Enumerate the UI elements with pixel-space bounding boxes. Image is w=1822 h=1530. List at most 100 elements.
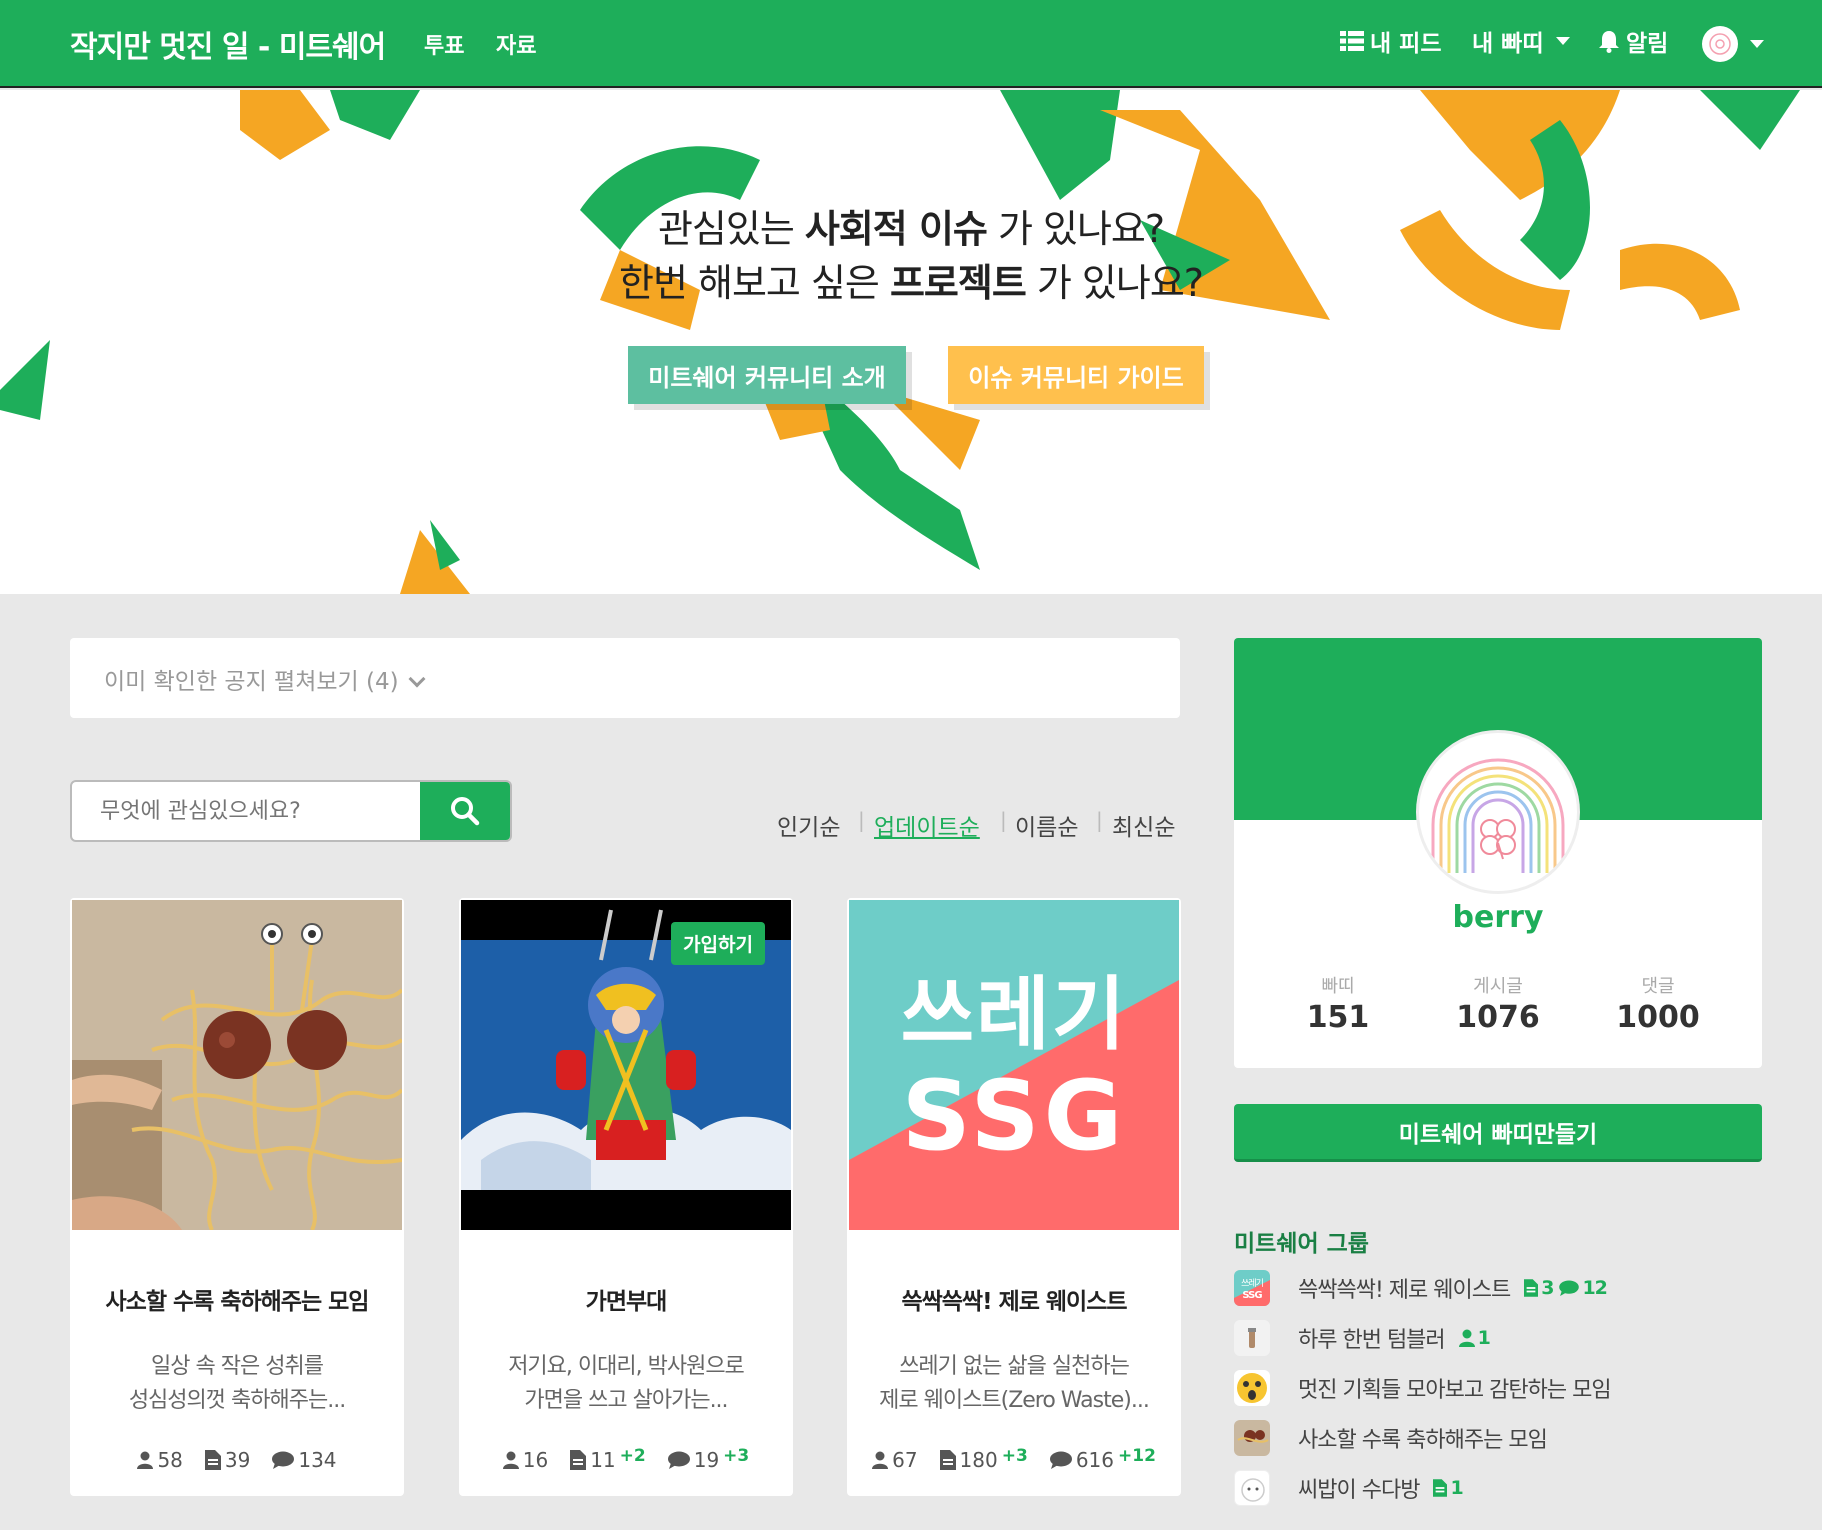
group-thumbnail: 쓰레기 SSG bbox=[1234, 1270, 1270, 1306]
group-name: 사소할 수록 축하해주는 모임 bbox=[1298, 1428, 1548, 1453]
ssg-logo-line-1: 쓰레기 bbox=[900, 968, 1128, 1061]
card-description: 쓰레기 없는 삶을 실천하는 제로 웨이스트(Zero Waste)... bbox=[867, 1350, 1161, 1418]
card-description: 일상 속 작은 성취를 성심성의껏 축하해주는... bbox=[90, 1350, 384, 1418]
comment-count: 19 +3 bbox=[667, 1446, 749, 1472]
group-card-zero-waste[interactable]: 쓰레기 SSG 쓱싹쓱싹! 제로 웨이스트 쓰레기 없는 삶을 실천하는 제로 … bbox=[847, 898, 1181, 1496]
card-stats: 16 11 +2 19 +3 bbox=[459, 1446, 793, 1472]
group-comment-count: 12 bbox=[1559, 1277, 1608, 1299]
sort-divider: | bbox=[1096, 808, 1103, 832]
group-name: 멋진 기획들 모아보고 감탄하는 모임 bbox=[1298, 1378, 1612, 1403]
svg-text:쓰레기: 쓰레기 bbox=[1241, 1278, 1264, 1289]
search-box bbox=[70, 780, 512, 842]
group-list-item[interactable]: 쓰레기 SSG 쓱싹쓱싹! 제로 웨이스트 3 12 bbox=[1234, 1268, 1608, 1308]
group-thumbnail bbox=[1234, 1370, 1270, 1406]
hero-highlight-issue: 사회적 이슈 bbox=[804, 207, 988, 251]
card-description-line: 가면을 쓰고 살아가는... bbox=[524, 1388, 728, 1413]
user-avatar bbox=[1702, 26, 1738, 62]
sort-name[interactable]: 이름순 bbox=[1015, 808, 1078, 842]
card-description-line: 성심성의껏 축하해주는... bbox=[128, 1388, 346, 1413]
group-list-item[interactable]: 씨밥이 수다방 1 bbox=[1234, 1468, 1464, 1508]
sort-newest[interactable]: 최신순 bbox=[1112, 808, 1175, 842]
user-icon bbox=[502, 1451, 519, 1469]
comment-icon bbox=[1559, 1280, 1580, 1296]
join-button[interactable]: 가입하기 bbox=[671, 922, 765, 965]
profile-avatar[interactable] bbox=[1416, 730, 1580, 894]
caret-down-icon bbox=[1555, 37, 1570, 45]
profile-username[interactable]: berry bbox=[1234, 900, 1762, 935]
member-count-value: 16 bbox=[522, 1448, 549, 1472]
document-icon bbox=[204, 1450, 221, 1470]
new-comment-count: +12 bbox=[1118, 1446, 1156, 1466]
card-stats: 67 180 +3 616 +12 bbox=[847, 1446, 1181, 1472]
my-group-dropdown[interactable]: 내 빠띠 bbox=[1472, 24, 1570, 58]
rainbow-clover-logo bbox=[1431, 758, 1565, 873]
nav-link-resources[interactable]: 자료 bbox=[496, 28, 536, 60]
sort-popular[interactable]: 인기순 bbox=[777, 808, 840, 842]
card-description-line: 쓰레기 없는 삶을 실천하는 bbox=[899, 1354, 1130, 1379]
comment-count-value: 616 bbox=[1075, 1448, 1114, 1472]
stat-label-comments: 댓글 bbox=[1641, 976, 1675, 997]
community-intro-button[interactable]: 미트쉐어 커뮤니티 소개 bbox=[628, 346, 906, 404]
stat-value-groups: 151 bbox=[1306, 1000, 1370, 1035]
member-count: 16 bbox=[502, 1448, 549, 1472]
alarm-link[interactable]: 알림 bbox=[1598, 24, 1668, 58]
search-input[interactable] bbox=[72, 782, 422, 840]
nav-link-vote[interactable]: 투표 bbox=[424, 28, 464, 60]
create-group-button[interactable]: 미트쉐어 빠띠만들기 bbox=[1234, 1104, 1762, 1162]
group-post-count-value: 3 bbox=[1541, 1277, 1554, 1299]
group-name: 하루 한번 텀블러 bbox=[1298, 1328, 1446, 1353]
confetti-illustration bbox=[0, 90, 1800, 594]
document-icon bbox=[570, 1450, 587, 1470]
ssg-logo-line-2: SSG bbox=[901, 1060, 1127, 1172]
my-feed-link[interactable]: 내 피드 bbox=[1340, 24, 1442, 58]
hero-highlight-project: 프로젝트 bbox=[889, 261, 1027, 305]
profile-card: berry 빠띠 151 게시글 1076 댓글 1000 bbox=[1234, 638, 1762, 1068]
group-list-item[interactable]: 하루 한번 텀블러 1 bbox=[1234, 1318, 1491, 1358]
hero-line-2-text: 한번 해보고 싶은 bbox=[619, 261, 890, 305]
comment-count-value: 19 bbox=[693, 1448, 720, 1472]
post-count-value: 39 bbox=[224, 1448, 251, 1472]
card-title: 쓱싹쓱싹! 제로 웨이스트 bbox=[901, 1289, 1127, 1315]
hero-line-2: 한번 해보고 싶은 프로젝트 가 있나요? bbox=[0, 252, 1822, 307]
user-icon bbox=[872, 1451, 889, 1469]
group-comment-count-value: 12 bbox=[1582, 1277, 1607, 1299]
comment-count: 134 bbox=[272, 1448, 337, 1472]
sort-divider: | bbox=[1000, 808, 1007, 832]
stat-label-posts: 게시글 bbox=[1473, 976, 1523, 997]
group-name: 쓱싹쓱싹! 제로 웨이스트 bbox=[1298, 1278, 1511, 1303]
group-card-mask-squad[interactable]: 가입하기 가면부대 저기요, 이대리, 박사원으로 가면을 쓰고 살아가는...… bbox=[459, 898, 793, 1496]
group-thumbnail bbox=[1234, 1320, 1270, 1356]
group-member-count: 1 bbox=[1458, 1327, 1491, 1349]
member-count: 58 bbox=[137, 1448, 183, 1472]
read-notices-toggle[interactable]: 이미 확인한 공지 펼쳐보기 (4) bbox=[70, 638, 1180, 718]
card-image: 쓰레기 SSG bbox=[849, 900, 1179, 1230]
stat-value-comments: 1000 bbox=[1616, 1000, 1700, 1035]
post-count: 180 +3 bbox=[939, 1446, 1028, 1472]
group-name: 씨밥이 수다방 bbox=[1298, 1478, 1420, 1503]
hero-line-1-suffix: 가 있나요? bbox=[986, 207, 1165, 251]
document-icon bbox=[1433, 1479, 1448, 1497]
search-button[interactable] bbox=[420, 782, 510, 840]
card-title: 가면부대 bbox=[585, 1289, 668, 1315]
group-post-count-value: 1 bbox=[1450, 1477, 1463, 1499]
bell-icon bbox=[1599, 31, 1619, 53]
sort-updated[interactable]: 업데이트순 bbox=[874, 808, 980, 842]
read-notices-label: 이미 확인한 공지 펼쳐보기 (4) bbox=[104, 669, 399, 695]
user-menu[interactable] bbox=[1702, 26, 1764, 62]
brand-title[interactable]: 작지만 멋진 일 - 미트쉐어 bbox=[70, 22, 386, 66]
community-guide-button[interactable]: 이슈 커뮤니티 가이드 bbox=[948, 346, 1204, 404]
group-list-item[interactable]: 사소할 수록 축하해주는 모임 bbox=[1234, 1418, 1548, 1458]
post-count: 39 bbox=[204, 1448, 251, 1472]
post-count-value: 11 bbox=[590, 1448, 616, 1472]
member-count-value: 67 bbox=[892, 1448, 918, 1472]
document-icon bbox=[939, 1450, 956, 1470]
hero-line-1-text: 관심있는 bbox=[657, 207, 805, 251]
stat-value-posts: 1076 bbox=[1456, 1000, 1540, 1035]
card-image bbox=[72, 900, 402, 1230]
document-icon bbox=[1524, 1279, 1539, 1297]
card-description-line: 일상 속 작은 성취를 bbox=[151, 1354, 324, 1379]
group-card-celebration[interactable]: 사소할 수록 축하해주는 모임 일상 속 작은 성취를 성심성의껏 축하해주는.… bbox=[70, 898, 404, 1496]
card-description-line: 제로 웨이스트(Zero Waste)... bbox=[879, 1388, 1150, 1413]
group-list-item[interactable]: 멋진 기획들 모아보고 감탄하는 모임 bbox=[1234, 1368, 1612, 1408]
comment-icon bbox=[272, 1451, 295, 1469]
